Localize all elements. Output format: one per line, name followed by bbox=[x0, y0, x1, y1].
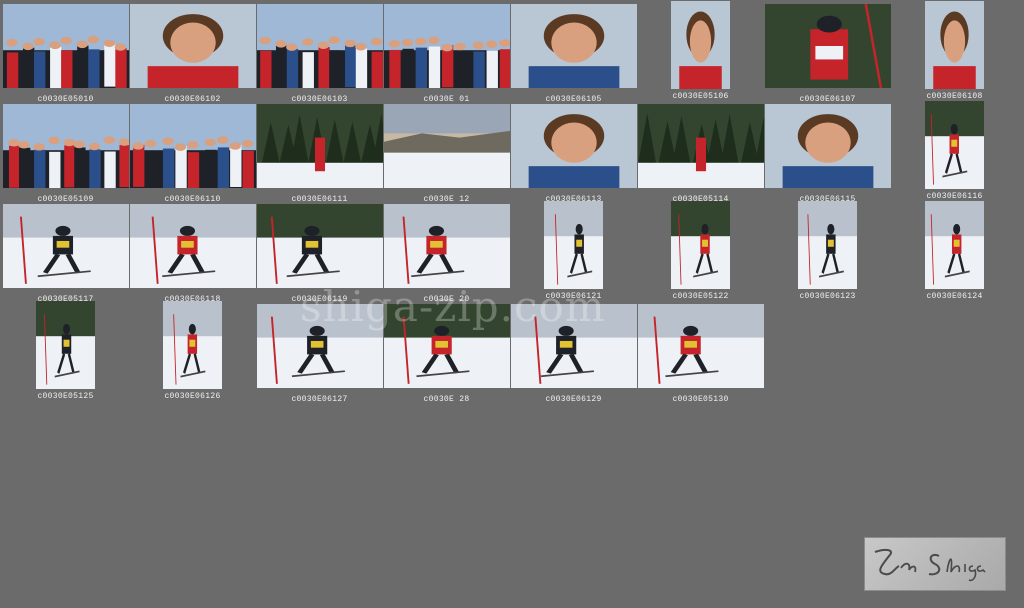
thumbnail-cell[interactable]: c0030E06126 bbox=[129, 301, 256, 402]
thumbnail-photo[interactable] bbox=[256, 104, 383, 188]
thumbnail-photo[interactable] bbox=[510, 104, 637, 188]
thumbnail-photo[interactable] bbox=[129, 4, 256, 88]
thumbnail-cell[interactable]: c0030E06124 bbox=[891, 201, 1018, 302]
thumbnail-cell[interactable]: c0030E05117 bbox=[2, 204, 129, 305]
signature-logo bbox=[864, 537, 1006, 591]
thumbnail-photo[interactable] bbox=[383, 104, 510, 188]
thumbnail-caption: c0030E05122 bbox=[672, 292, 729, 301]
thumbnail-caption: c0030E06129 bbox=[545, 395, 602, 404]
thumbnail-photo[interactable] bbox=[36, 301, 95, 389]
thumbnail-cell[interactable]: c0030E06116 bbox=[891, 101, 1018, 202]
thumbnail-photo[interactable] bbox=[510, 4, 637, 88]
thumbnail-photo[interactable] bbox=[925, 101, 984, 189]
thumbnail-cell[interactable]: c0030E05122 bbox=[637, 201, 764, 302]
thumbnail-cell[interactable]: c0030E06115 bbox=[764, 104, 891, 205]
thumbnail-caption: c0030E05125 bbox=[37, 392, 94, 401]
thumbnail-photo[interactable] bbox=[798, 201, 857, 289]
thumbnail-caption: c0030E06123 bbox=[799, 292, 856, 301]
thumbnail-photo[interactable] bbox=[925, 201, 984, 289]
thumbnail-cell[interactable]: c0030E06108 bbox=[891, 1, 1018, 102]
thumbnail-photo[interactable] bbox=[129, 204, 256, 288]
thumbnail-photo[interactable] bbox=[2, 104, 129, 188]
thumbnail-cell[interactable]: c0030E05109 bbox=[2, 104, 129, 205]
thumbnail-caption: c0030E05106 bbox=[672, 92, 729, 101]
thumbnail-cell[interactable]: c0030E06123 bbox=[764, 201, 891, 302]
thumbnail-cell[interactable]: c0030E05010 bbox=[2, 4, 129, 105]
thumbnail-photo[interactable] bbox=[256, 4, 383, 88]
thumbnail-caption: c0030E06126 bbox=[164, 392, 221, 401]
thumbnail-photo[interactable] bbox=[764, 104, 891, 188]
thumbnail-cell[interactable]: c0030E06102 bbox=[129, 4, 256, 105]
thumbnail-photo[interactable] bbox=[256, 204, 383, 288]
thumbnail-photo[interactable] bbox=[925, 1, 984, 89]
thumbnail-cell[interactable]: c0030E06105 bbox=[510, 4, 637, 105]
watermark: shiga-zip.com bbox=[300, 282, 606, 331]
thumbnail-photo[interactable] bbox=[383, 4, 510, 88]
thumbnail-photo[interactable] bbox=[2, 204, 129, 288]
thumbnail-cell[interactable]: c0030E06110 bbox=[129, 104, 256, 205]
thumbnail-photo[interactable] bbox=[129, 104, 256, 188]
thumbnail-photo[interactable] bbox=[637, 104, 764, 188]
thumbnail-cell[interactable]: c0030E06118 bbox=[129, 204, 256, 305]
thumbnail-photo[interactable] bbox=[2, 4, 129, 88]
thumbnail-cell[interactable]: c0030E 01 bbox=[383, 4, 510, 105]
thumbnail-cell[interactable]: c0030E05130 bbox=[637, 304, 764, 405]
thumbnail-cell[interactable]: c0030E06107 bbox=[764, 4, 891, 105]
thumbnail-cell[interactable]: c0030E05114 bbox=[637, 104, 764, 205]
thumbnail-caption: c0030E 28 bbox=[423, 395, 470, 404]
thumbnail-cell[interactable]: c0030E05125 bbox=[2, 301, 129, 402]
thumbnail-cell[interactable]: c0030E 12 bbox=[383, 104, 510, 205]
thumbnail-photo[interactable] bbox=[637, 304, 764, 388]
thumbnail-photo[interactable] bbox=[544, 201, 603, 289]
thumbnail-caption: c0030E06124 bbox=[926, 292, 983, 301]
thumbnail-cell[interactable]: c0030E06111 bbox=[256, 104, 383, 205]
thumbnail-photo[interactable] bbox=[163, 301, 222, 389]
thumbnail-caption: c0030E06127 bbox=[291, 395, 348, 404]
thumbnail-photo[interactable] bbox=[383, 204, 510, 288]
thumbnail-cell[interactable]: c0030E06103 bbox=[256, 4, 383, 105]
thumbnail-cell[interactable]: c0030E05106 bbox=[637, 1, 764, 102]
thumbnail-photo[interactable] bbox=[764, 4, 891, 88]
thumbnail-photo[interactable] bbox=[671, 201, 730, 289]
thumbnail-caption: c0030E05130 bbox=[672, 395, 729, 404]
thumbnail-cell[interactable]: c0030E06113 bbox=[510, 104, 637, 205]
thumbnail-photo[interactable] bbox=[671, 1, 730, 89]
